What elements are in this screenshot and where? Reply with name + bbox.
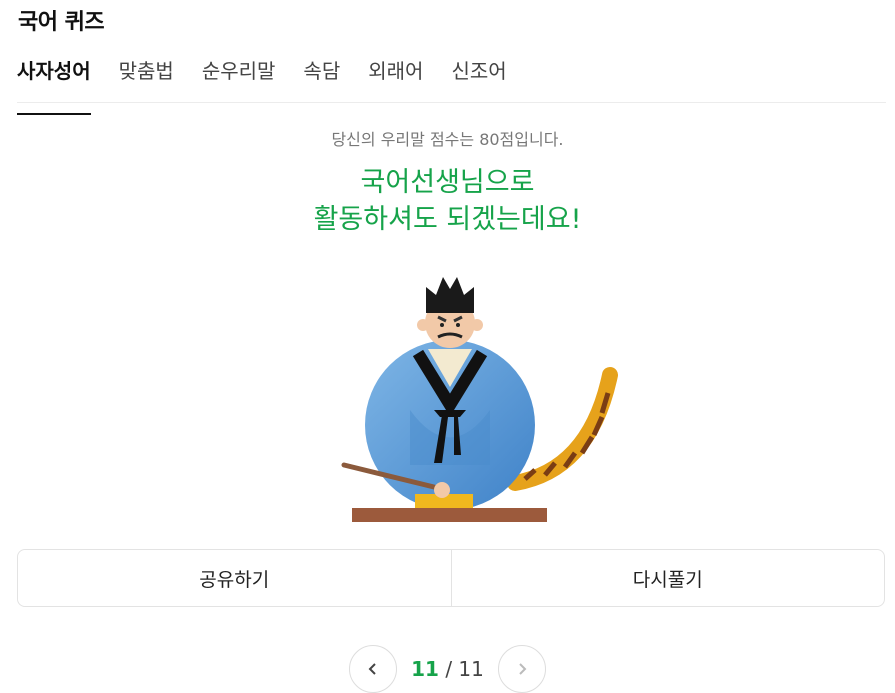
- page-title: 국어 퀴즈: [18, 10, 105, 35]
- headline-line-1: 국어선생님으로: [360, 167, 535, 198]
- pagination: 11 / 11: [0, 631, 895, 693]
- tab-native-words[interactable]: 순우리말: [188, 54, 290, 102]
- total-pages: 11: [458, 657, 484, 681]
- page-separator: /: [445, 657, 453, 681]
- category-tabs: 사자성어 맞춤법 순우리말 속담 외래어 신조어: [17, 54, 886, 115]
- tab-idioms[interactable]: 사자성어: [17, 54, 91, 115]
- tab-loanwords[interactable]: 외래어: [354, 54, 437, 102]
- tab-proverbs[interactable]: 속담: [289, 54, 354, 102]
- scholar-illustration-svg: [341, 277, 618, 522]
- scholar-illustration: [330, 265, 630, 530]
- headline-line-2: 활동하셔도 되겠는데요!: [313, 204, 582, 235]
- share-button[interactable]: 공유하기: [18, 550, 451, 606]
- page-indicator: 11 / 11: [411, 657, 484, 681]
- retry-button[interactable]: 다시풀기: [451, 550, 884, 606]
- action-bar: 공유하기 다시풀기: [17, 549, 885, 607]
- result-headline: 국어선생님으로 활동하셔도 되겠는데요!: [0, 164, 895, 238]
- current-page: 11: [411, 657, 439, 681]
- score-text: 당신의 우리말 점수는 80점입니다.: [331, 130, 564, 149]
- chevron-right-icon: [519, 663, 527, 675]
- tab-neologisms[interactable]: 신조어: [437, 54, 520, 102]
- next-page-button[interactable]: [497, 645, 546, 693]
- prev-page-button[interactable]: [349, 645, 398, 693]
- chevron-left-icon: [368, 663, 376, 675]
- tab-spelling[interactable]: 맞춤법: [105, 54, 188, 102]
